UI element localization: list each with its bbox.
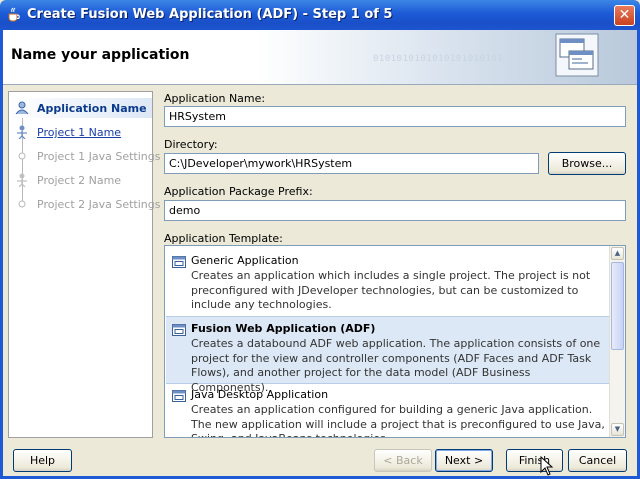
directory-label: Directory:: [164, 138, 218, 151]
step-label: Project 2 Name: [37, 174, 122, 187]
application-template-icon: [172, 256, 186, 268]
application-template-icon: [172, 324, 186, 336]
finish-button[interactable]: Finish: [506, 449, 563, 472]
browse-button[interactable]: Browse...: [548, 152, 626, 175]
step-project-2-java-settings: Project 2 Java Settings: [9, 194, 160, 214]
template-item-fusion-web[interactable]: Fusion Web Application (ADF) Creates a d…: [166, 316, 612, 394]
application-wizard-icon: [555, 33, 599, 77]
template-name: Fusion Web Application (ADF): [191, 322, 376, 335]
back-button[interactable]: < Back: [374, 449, 432, 472]
title-bar: Create Fusion Web Application (ADF) - St…: [0, 0, 640, 30]
wizard-steps-panel: Application Name Project 1 Name Project …: [8, 91, 160, 438]
person-step-icon: [17, 173, 27, 187]
package-prefix-input[interactable]: demo: [164, 200, 626, 221]
step-circle-icon: [18, 200, 26, 208]
template-list[interactable]: Generic Application Creates an applicati…: [164, 245, 626, 438]
step-label: Project 1 Name: [37, 126, 122, 139]
app-name-label: Application Name:: [164, 92, 266, 105]
step-project-1-name[interactable]: Project 1 Name: [9, 122, 152, 142]
scrollbar-thumb[interactable]: [611, 262, 624, 350]
step-project-2-name: Project 2 Name: [9, 170, 152, 190]
template-item-generic[interactable]: Generic Application Creates an applicati…: [166, 249, 612, 315]
template-label: Application Template:: [164, 232, 283, 245]
close-icon: ✕: [618, 7, 631, 23]
template-description: Creates an application configured for bu…: [191, 403, 605, 437]
step-label: Project 2 Java Settings: [37, 198, 161, 211]
cancel-button[interactable]: Cancel: [568, 449, 627, 472]
mouse-pointer-icon: [540, 456, 554, 476]
step-project-1-java-settings: Project 1 Java Settings: [9, 146, 160, 166]
step-application-name[interactable]: Application Name: [9, 98, 152, 118]
scroll-down-arrow-icon[interactable]: ▼: [611, 423, 624, 436]
template-name: Generic Application: [191, 254, 299, 267]
current-step-person-icon: [15, 101, 29, 115]
scroll-up-arrow-icon[interactable]: ▲: [611, 247, 624, 260]
template-list-scrollbar[interactable]: ▲ ▼: [609, 246, 625, 437]
application-template-icon: [172, 390, 186, 402]
step-label: Application Name: [37, 102, 147, 115]
window-title: Create Fusion Web Application (ADF) - St…: [27, 7, 393, 22]
close-button[interactable]: ✕: [614, 5, 635, 26]
template-name: Java Desktop Application: [191, 388, 329, 401]
template-description: Creates an application which includes a …: [191, 269, 591, 311]
header-decoration-text: 0101010101010101010101: [373, 54, 504, 64]
person-step-icon: [17, 125, 27, 139]
wizard-header: Name your application 010101010101010101…: [3, 30, 637, 85]
page-title: Name your application: [11, 47, 190, 63]
template-item-java-desktop[interactable]: Java Desktop Application Creates an appl…: [166, 383, 612, 437]
package-prefix-label: Application Package Prefix:: [164, 185, 313, 198]
next-button[interactable]: Next >: [435, 449, 493, 472]
app-name-input[interactable]: HRSystem: [164, 106, 626, 127]
step-label: Project 1 Java Settings: [37, 150, 161, 163]
step-circle-icon: [18, 152, 26, 160]
directory-input[interactable]: C:\JDeveloper\mywork\HRSystem: [164, 153, 539, 174]
help-button[interactable]: Help: [13, 449, 72, 472]
java-cup-icon: [8, 7, 20, 22]
